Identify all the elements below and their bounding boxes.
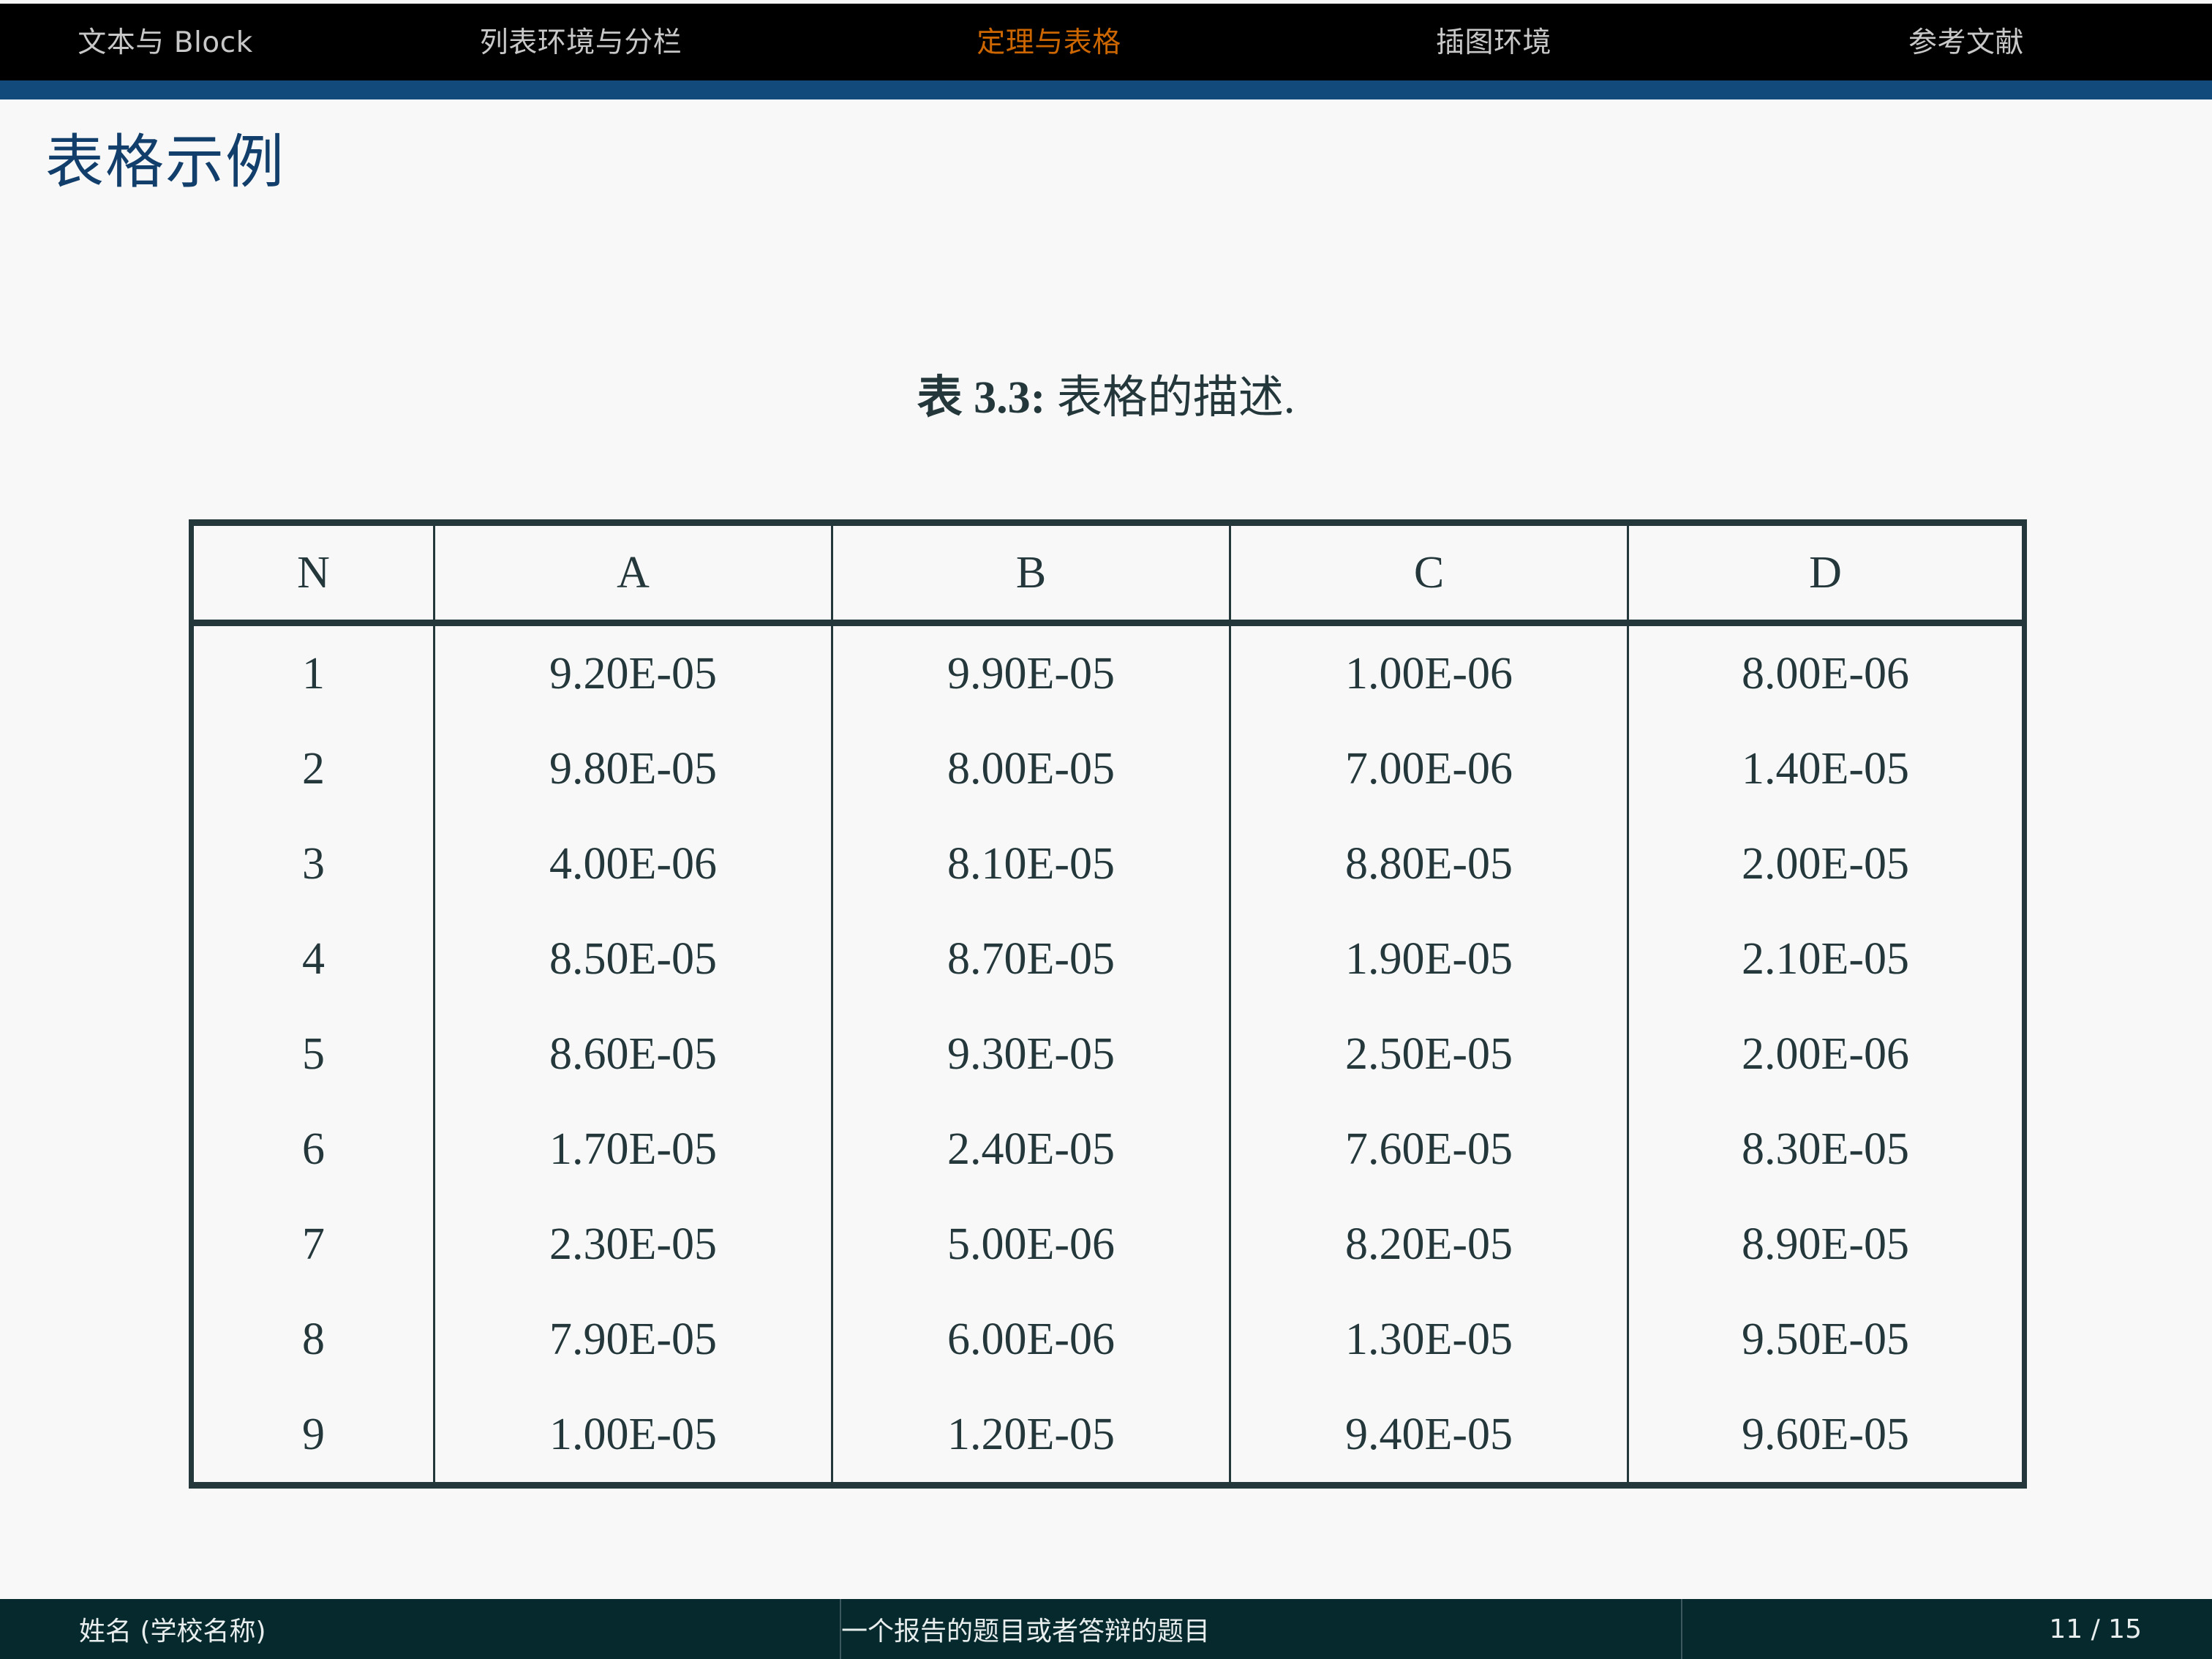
title-bar-rule bbox=[0, 80, 2212, 99]
nav-slot-1[interactable]: 文本与 Block bbox=[0, 0, 331, 80]
table-cell-a: 9.80E-05 bbox=[433, 721, 833, 816]
table-cell-d: 8.30E-05 bbox=[1627, 1102, 2025, 1197]
column-header-c: C bbox=[1229, 522, 1629, 623]
table-cell-n: 4 bbox=[190, 911, 435, 1007]
table-container: N A B C D 1 9.20E-05 9.90E-05 1.00E-06 8.00E… bbox=[189, 519, 2027, 1489]
nav-item-text-and-block[interactable]: 文本与 Block bbox=[78, 20, 252, 61]
table-row: 3 4.00E-06 8.10E-05 8.80E-05 2.00E-05 bbox=[190, 816, 2025, 911]
data-table: N A B C D 1 9.20E-05 9.90E-05 1.00E-06 8.00E… bbox=[189, 519, 2027, 1489]
navigation-bar: 文本与 Block 列表环境与分栏 定理与表格 插图环境 参考文献 bbox=[0, 0, 2212, 80]
nav-item-figures[interactable]: 插图环境 bbox=[1436, 20, 1551, 61]
table-row: 2 9.80E-05 8.00E-05 7.00E-06 1.40E-05 bbox=[190, 721, 2025, 816]
table-cell-d: 1.40E-05 bbox=[1627, 721, 2025, 816]
table-row: 5 8.60E-05 9.30E-05 2.50E-05 2.00E-06 bbox=[190, 1007, 2025, 1102]
footer-author: 姓名 (学校名称) bbox=[79, 1617, 266, 1647]
nav-item-lists-and-columns[interactable]: 列表环境与分栏 bbox=[480, 20, 682, 61]
table-cell-c: 8.20E-05 bbox=[1229, 1197, 1629, 1292]
table-cell-c: 8.80E-05 bbox=[1229, 816, 1629, 911]
table-cell-n: 9 bbox=[190, 1387, 435, 1486]
nav-item-references[interactable]: 参考文献 bbox=[1908, 20, 2024, 61]
nav-item-theorems-and-tables[interactable]: 定理与表格 bbox=[977, 20, 1121, 61]
table-cell-b: 1.20E-05 bbox=[831, 1387, 1231, 1486]
column-header-b: B bbox=[831, 522, 1231, 623]
column-header-d: D bbox=[1627, 522, 2025, 623]
column-header-a: A bbox=[433, 522, 833, 623]
table-cell-c: 2.50E-05 bbox=[1229, 1007, 1629, 1102]
footer-bar: 姓名 (学校名称) 一个报告的题目或者答辩的题目 11 / 15 bbox=[0, 1599, 2212, 1659]
table-cell-b: 2.40E-05 bbox=[831, 1102, 1231, 1197]
footer-page-number: 11 / 15 bbox=[2049, 1614, 2142, 1644]
table-row: 9 1.00E-05 1.20E-05 9.40E-05 9.60E-05 bbox=[190, 1387, 2025, 1486]
table-cell-b: 9.90E-05 bbox=[831, 622, 1231, 721]
table-cell-c: 7.00E-06 bbox=[1229, 721, 1629, 816]
table-cell-n: 8 bbox=[190, 1292, 435, 1387]
table-cell-a: 7.90E-05 bbox=[433, 1292, 833, 1387]
nav-slot-4[interactable]: 插图环境 bbox=[1267, 0, 1720, 80]
table-row: 7 2.30E-05 5.00E-06 8.20E-05 8.90E-05 bbox=[190, 1197, 2025, 1292]
table-cell-a: 1.70E-05 bbox=[433, 1102, 833, 1197]
table-cell-n: 6 bbox=[190, 1102, 435, 1197]
footer-title: 一个报告的题目或者答辩的题目 bbox=[841, 1617, 1211, 1647]
table-cell-b: 8.00E-05 bbox=[831, 721, 1231, 816]
footer-divider-1 bbox=[840, 1599, 841, 1659]
table-cell-a: 9.20E-05 bbox=[433, 622, 833, 721]
table-row: 6 1.70E-05 2.40E-05 7.60E-05 8.30E-05 bbox=[190, 1102, 2025, 1197]
table-cell-a: 1.00E-05 bbox=[433, 1387, 833, 1486]
table-header: N A B C D bbox=[190, 522, 2025, 623]
table-cell-b: 9.30E-05 bbox=[831, 1007, 1231, 1102]
table-cell-d: 2.10E-05 bbox=[1627, 911, 2025, 1007]
table-cell-c: 1.30E-05 bbox=[1229, 1292, 1629, 1387]
table-row: 8 7.90E-05 6.00E-06 1.30E-05 9.50E-05 bbox=[190, 1292, 2025, 1387]
table-cell-d: 8.00E-06 bbox=[1627, 622, 2025, 721]
table-cell-n: 7 bbox=[190, 1197, 435, 1292]
table-row: 4 8.50E-05 8.70E-05 1.90E-05 2.10E-05 bbox=[190, 911, 2025, 1007]
table-cell-c: 7.60E-05 bbox=[1229, 1102, 1629, 1197]
table-caption-label: 表 3.3: bbox=[917, 373, 1046, 423]
nav-slot-5[interactable]: 参考文献 bbox=[1720, 0, 2212, 80]
table-cell-d: 8.90E-05 bbox=[1627, 1197, 2025, 1292]
table-cell-c: 9.40E-05 bbox=[1229, 1387, 1629, 1486]
table-cell-b: 8.10E-05 bbox=[831, 816, 1231, 911]
table-cell-d: 9.50E-05 bbox=[1627, 1292, 2025, 1387]
table-caption-text: 表格的描述. bbox=[1056, 373, 1295, 423]
table-cell-n: 1 bbox=[190, 622, 435, 721]
nav-slot-3[interactable]: 定理与表格 bbox=[831, 0, 1267, 80]
navbar-top-hairline bbox=[0, 0, 2212, 4]
page-title: 表格示例 bbox=[45, 128, 285, 196]
table-cell-c: 1.00E-06 bbox=[1229, 622, 1629, 721]
table-caption: 表 3.3: 表格的描述. bbox=[0, 360, 2212, 426]
table-cell-n: 5 bbox=[190, 1007, 435, 1102]
table-cell-a: 8.60E-05 bbox=[433, 1007, 833, 1102]
table-cell-a: 8.50E-05 bbox=[433, 911, 833, 1007]
table-row: 1 9.20E-05 9.90E-05 1.00E-06 8.00E-06 bbox=[190, 622, 2025, 721]
table-cell-n: 2 bbox=[190, 721, 435, 816]
table-cell-b: 6.00E-06 bbox=[831, 1292, 1231, 1387]
column-header-n: N bbox=[190, 522, 435, 623]
nav-slot-2[interactable]: 列表环境与分栏 bbox=[331, 0, 831, 80]
table-cell-a: 2.30E-05 bbox=[433, 1197, 833, 1292]
table-cell-b: 8.70E-05 bbox=[831, 911, 1231, 1007]
table-cell-c: 1.90E-05 bbox=[1229, 911, 1629, 1007]
table-cell-a: 4.00E-06 bbox=[433, 816, 833, 911]
table-cell-d: 2.00E-05 bbox=[1627, 816, 2025, 911]
table-cell-n: 3 bbox=[190, 816, 435, 911]
table-cell-d: 2.00E-06 bbox=[1627, 1007, 2025, 1102]
footer-divider-2 bbox=[1681, 1599, 1682, 1659]
table-header-row: N A B C D bbox=[190, 522, 2025, 623]
table-cell-d: 9.60E-05 bbox=[1627, 1387, 2025, 1486]
table-cell-b: 5.00E-06 bbox=[831, 1197, 1231, 1292]
table-body: 1 9.20E-05 9.90E-05 1.00E-06 8.00E-06 2 9.80E-… bbox=[190, 622, 2025, 1486]
